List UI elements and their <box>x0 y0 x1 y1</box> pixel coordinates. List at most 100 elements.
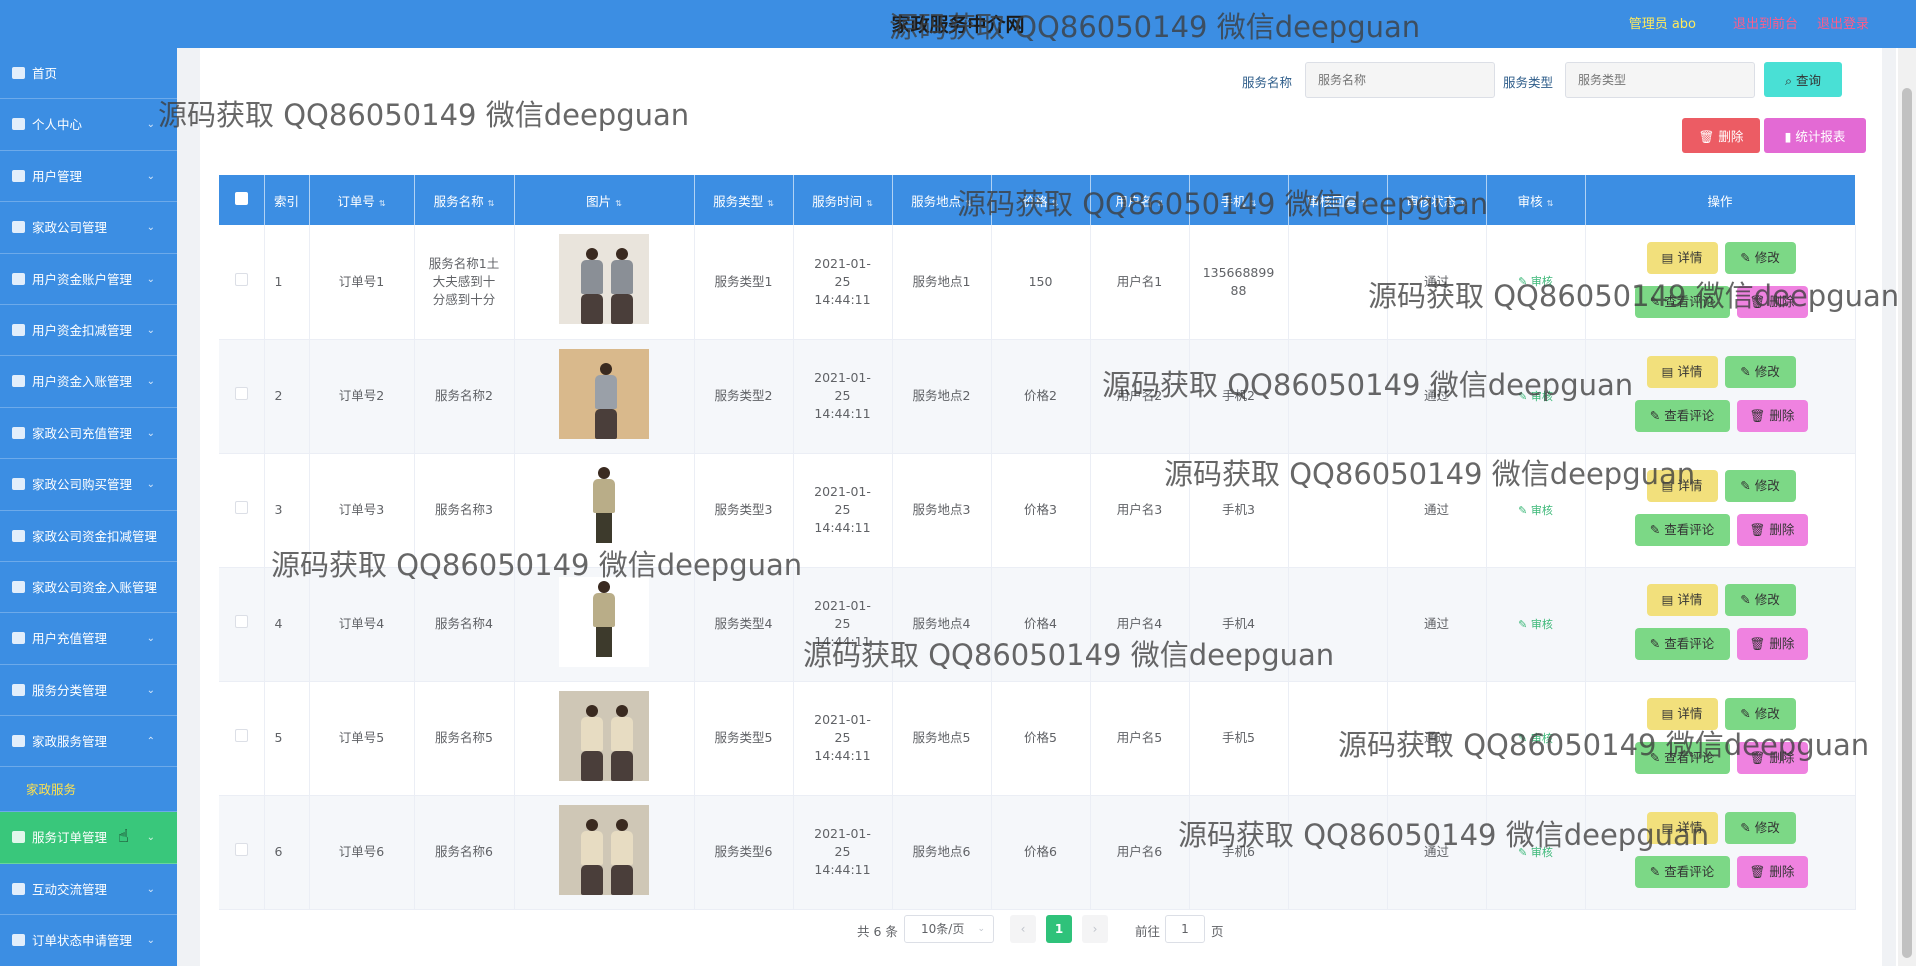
column-header[interactable]: 用户名 ⇅ <box>1090 175 1190 225</box>
menu-icon <box>12 934 25 947</box>
edit-button[interactable]: ✎ 修改 <box>1724 698 1796 730</box>
query-button[interactable]: ⌕ 查询 <box>1764 62 1842 97</box>
view-comments-button[interactable]: ✎ 查看评论 <box>1634 628 1730 660</box>
view-comments-button[interactable]: ✎ 查看评论 <box>1634 285 1730 318</box>
row-checkbox[interactable] <box>219 225 265 340</box>
sidebar-item[interactable]: 家政服务管理 ⌃ <box>0 716 177 768</box>
detail-button[interactable]: ▤ 详情 <box>1646 356 1718 388</box>
column-header[interactable]: 订单号 ⇅ <box>309 175 415 225</box>
top-bar: 家政服务中介网 管理员 abo 退出到前台 退出登录 <box>0 0 1916 48</box>
sort-icon[interactable]: ⇅ <box>1547 199 1554 208</box>
sidebar-item[interactable]: 用户资金账户管理 ⌄ <box>0 254 177 305</box>
detail-button[interactable]: ▤ 详情 <box>1646 470 1718 502</box>
select-all-checkbox[interactable] <box>219 175 265 225</box>
logout-link[interactable]: 退出登录 <box>1817 13 1869 32</box>
delete-button[interactable]: 🗑 删除 <box>1736 742 1808 774</box>
delete-button[interactable]: 🗑 删除 <box>1736 285 1808 318</box>
page-number-current[interactable]: 1 <box>1046 915 1072 943</box>
sidebar-item[interactable]: 服务分类管理 ⌄ <box>0 665 177 717</box>
edit-button[interactable]: ✎ 修改 <box>1724 470 1796 502</box>
service-name-input[interactable] <box>1305 62 1495 98</box>
delete-button[interactable]: 🗑 删除 <box>1736 400 1808 432</box>
column-header[interactable]: 手机 ⇅ <box>1189 175 1289 225</box>
page-size-select[interactable]: 10条/页 ⌄ <box>904 915 994 943</box>
detail-button[interactable]: ▤ 详情 <box>1646 241 1718 274</box>
cell-value: 服务名称1土大夫感到十分感到十分 <box>428 255 500 307</box>
detail-button[interactable]: ▤ 详情 <box>1646 812 1718 844</box>
row-checkbox[interactable] <box>219 681 265 796</box>
sort-icon[interactable]: ⇅ <box>866 199 873 208</box>
row-checkbox[interactable] <box>219 795 265 910</box>
back-to-front-link[interactable]: 退出到前台 <box>1733 13 1798 32</box>
edit-button[interactable]: ✎ 修改 <box>1724 241 1796 274</box>
view-comments-button[interactable]: ✎ 查看评论 <box>1634 742 1730 774</box>
sidebar-item[interactable]: 个人中心 ⌄ <box>0 99 177 151</box>
row-checkbox[interactable] <box>219 453 265 568</box>
column-header[interactable]: 服务时间 ⇅ <box>793 175 893 225</box>
sidebar-item[interactable]: 用户管理 ⌄ <box>0 151 177 203</box>
review-link[interactable]: ✎ 审核 <box>1518 732 1553 745</box>
scrollbar-thumb[interactable] <box>1902 88 1912 958</box>
column-header[interactable]: 图片 ⇅ <box>514 175 695 225</box>
sidebar-item[interactable]: 用户资金入账管理 ⌄ <box>0 356 177 408</box>
sidebar-item[interactable]: 家政公司管理 ⌄ <box>0 202 177 254</box>
cell-price: 价格6 <box>991 795 1091 910</box>
detail-button[interactable]: ▤ 详情 <box>1646 584 1718 616</box>
sort-icon[interactable]: ⇅ <box>615 199 622 208</box>
goto-page-input[interactable]: 1 <box>1165 915 1205 943</box>
sort-icon[interactable]: ⇅ <box>767 199 774 208</box>
service-type-input[interactable] <box>1565 62 1755 98</box>
sidebar-item[interactable]: 用户资金扣减管理 ⌄ <box>0 305 177 357</box>
review-link[interactable]: ✎ 审核 <box>1518 618 1553 631</box>
review-link[interactable]: ✎ 审核 <box>1518 390 1553 403</box>
column-header[interactable]: 审核回复 ⇅ <box>1288 175 1388 225</box>
next-page-button[interactable]: › <box>1082 915 1108 943</box>
sort-icon[interactable]: ⇅ <box>1157 199 1164 208</box>
sort-icon[interactable]: ⇅ <box>1250 199 1257 208</box>
sort-icon[interactable]: ⇅ <box>488 199 495 208</box>
column-header[interactable]: 审核状态 ⇅ <box>1387 175 1487 225</box>
stats-report-button[interactable]: ▮ 统计报表 <box>1764 118 1866 153</box>
cell-value: 手机5 <box>1222 730 1255 745</box>
view-comments-button[interactable]: ✎ 查看评论 <box>1634 400 1730 432</box>
sidebar-item[interactable]: 服务订单管理 ⌄ ☝ <box>0 812 177 864</box>
column-header[interactable]: 审核 ⇅ <box>1486 175 1586 225</box>
sidebar-item[interactable]: 家政公司资金扣减管理 ⌄ <box>0 511 177 562</box>
column-header[interactable]: 价格 ⇅ <box>991 175 1091 225</box>
sort-icon[interactable]: ⇅ <box>1052 199 1059 208</box>
delete-button[interactable]: 🗑 删除 <box>1736 514 1808 546</box>
sidebar-subitem[interactable]: 家政服务 <box>0 767 177 813</box>
sort-icon[interactable]: ⇅ <box>1460 199 1467 208</box>
sidebar-item[interactable]: 家政公司资金入账管理 ⌄ <box>0 562 177 614</box>
sidebar-item[interactable]: 订单状态申请管理 ⌄ <box>0 915 177 967</box>
review-link[interactable]: ✎ 审核 <box>1518 504 1553 517</box>
bulk-delete-button[interactable]: 🗑 删除 <box>1682 118 1760 153</box>
sidebar-item[interactable]: 家政公司充值管理 ⌄ <box>0 408 177 460</box>
column-header[interactable]: 服务类型 ⇅ <box>694 175 794 225</box>
cell-value: 13566889988 <box>1202 264 1275 298</box>
edit-button[interactable]: ✎ 修改 <box>1724 812 1796 844</box>
row-checkbox[interactable] <box>219 567 265 682</box>
view-comments-button[interactable]: ✎ 查看评论 <box>1634 514 1730 546</box>
sort-icon[interactable]: ⇅ <box>379 199 386 208</box>
review-link[interactable]: ✎ 审核 <box>1518 275 1553 288</box>
delete-button[interactable]: 🗑 删除 <box>1736 856 1808 888</box>
view-comments-button[interactable]: ✎ 查看评论 <box>1634 856 1730 888</box>
edit-button[interactable]: ✎ 修改 <box>1724 584 1796 616</box>
sidebar-item[interactable]: 首页 <box>0 48 177 100</box>
delete-button[interactable]: 🗑 删除 <box>1736 628 1808 660</box>
prev-page-button[interactable]: ‹ <box>1010 915 1036 943</box>
cell-value: 2021-01-25 14:44:11 <box>814 598 871 649</box>
column-header[interactable]: 服务名称 ⇅ <box>414 175 515 225</box>
sidebar-item[interactable]: 互动交流管理 ⌄ <box>0 864 177 916</box>
sort-icon[interactable]: ⇅ <box>1361 199 1368 208</box>
edit-button[interactable]: ✎ 修改 <box>1724 356 1796 388</box>
detail-button[interactable]: ▤ 详情 <box>1646 698 1718 730</box>
column-header[interactable]: 服务地点 ⇅ <box>892 175 992 225</box>
review-link[interactable]: ✎ 审核 <box>1518 846 1553 859</box>
sidebar-item[interactable]: 家政公司购买管理 ⌄ <box>0 459 177 511</box>
sidebar-item[interactable]: 用户充值管理 ⌄ <box>0 613 177 665</box>
row-checkbox[interactable] <box>219 339 265 454</box>
page-scrollbar[interactable] <box>1898 48 1916 966</box>
sort-icon[interactable]: ⇅ <box>965 199 972 208</box>
